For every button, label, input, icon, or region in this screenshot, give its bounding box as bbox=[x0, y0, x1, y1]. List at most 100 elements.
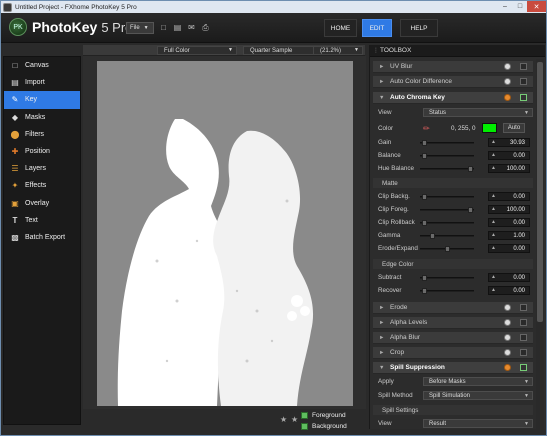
slider-knob[interactable] bbox=[422, 288, 427, 294]
erode-expand-slider[interactable] bbox=[420, 246, 474, 252]
sidebar-item-canvas[interactable]: □ Canvas bbox=[4, 57, 80, 74]
preview-image[interactable] bbox=[97, 61, 353, 406]
reset-icon[interactable] bbox=[504, 94, 511, 101]
slider-knob[interactable] bbox=[422, 140, 427, 146]
stepper-icon[interactable]: ▲ bbox=[491, 274, 496, 280]
stepper-icon[interactable]: ▲ bbox=[491, 232, 496, 238]
slider-knob[interactable] bbox=[430, 233, 435, 239]
slider-knob[interactable] bbox=[468, 207, 473, 213]
sidebar-item-batch-export[interactable]: ▩ Batch Export bbox=[4, 229, 80, 246]
open-icon[interactable]: ▤ bbox=[173, 23, 182, 32]
reset-icon[interactable] bbox=[504, 304, 511, 311]
slider-knob[interactable] bbox=[445, 246, 450, 252]
enable-checkbox[interactable] bbox=[520, 63, 527, 70]
star-icon[interactable]: ★ bbox=[280, 415, 287, 424]
gain-field[interactable]: ▲ 30.93 bbox=[488, 138, 530, 147]
mail-icon[interactable]: ✉ bbox=[187, 23, 196, 32]
maximize-icon[interactable]: □ bbox=[513, 1, 527, 12]
sidebar-item-filters[interactable]: ⬤ Filters bbox=[4, 126, 80, 143]
tab-edit[interactable]: EDIT bbox=[362, 19, 392, 37]
stepper-icon[interactable]: ▲ bbox=[491, 165, 496, 171]
view-select[interactable]: Status ▼ bbox=[423, 108, 533, 117]
section-auto-chroma-key[interactable]: ▼ Auto Chroma Key bbox=[373, 92, 533, 104]
section-auto-color-difference[interactable]: ► Auto Color Difference bbox=[373, 76, 533, 88]
sidebar-item-import[interactable]: ▤ Import bbox=[4, 74, 80, 91]
erode-expand-field[interactable]: ▲ 0.00 bbox=[488, 244, 530, 253]
clip-rollback-field[interactable]: ▲ 0.00 bbox=[488, 218, 530, 227]
reset-icon[interactable] bbox=[504, 334, 511, 341]
enable-checkbox[interactable] bbox=[520, 334, 527, 341]
close-icon[interactable]: ✕ bbox=[527, 1, 546, 12]
spill-view-select[interactable]: Result ▼ bbox=[423, 419, 533, 428]
spill-method-select[interactable]: Spill Simulation ▼ bbox=[423, 391, 533, 400]
enable-checkbox[interactable] bbox=[520, 349, 527, 356]
hue-balance-field[interactable]: ▲ 100.00 bbox=[488, 164, 530, 173]
scrollbar-thumb[interactable] bbox=[537, 62, 543, 322]
stepper-icon[interactable]: ▲ bbox=[491, 206, 496, 212]
apply-select[interactable]: Before Masks ▼ bbox=[423, 377, 533, 386]
tab-home[interactable]: HOME bbox=[324, 19, 357, 37]
section-crop[interactable]: ► Crop bbox=[373, 347, 533, 359]
slider-knob[interactable] bbox=[422, 275, 427, 281]
sidebar-item-effects[interactable]: ✦ Effects bbox=[4, 177, 80, 194]
file-menu[interactable]: File ▼ bbox=[126, 22, 154, 34]
minimize-icon[interactable]: – bbox=[497, 1, 513, 12]
star-icon[interactable]: ★ bbox=[291, 415, 298, 424]
balance-slider[interactable] bbox=[420, 153, 474, 159]
toolbox-scrollbar[interactable] bbox=[536, 59, 544, 429]
gamma-field[interactable]: ▲ 1.00 bbox=[488, 231, 530, 240]
stepper-icon[interactable]: ▲ bbox=[491, 245, 496, 251]
sidebar-item-masks[interactable]: ◆ Masks bbox=[4, 109, 80, 126]
eyedropper-icon[interactable]: ✏ bbox=[423, 124, 430, 133]
stepper-icon[interactable]: ▲ bbox=[491, 287, 496, 293]
background-checkbox[interactable] bbox=[301, 422, 308, 430]
enable-checkbox[interactable] bbox=[520, 78, 527, 85]
slider-knob[interactable] bbox=[422, 194, 427, 200]
clip-backg-slider[interactable] bbox=[420, 194, 474, 200]
clip-rollback-slider[interactable] bbox=[420, 220, 474, 226]
enable-checkbox[interactable] bbox=[520, 319, 527, 326]
zoom-select[interactable]: (21.2%) ▼ bbox=[313, 46, 363, 55]
recover-field[interactable]: ▲ 0.00 bbox=[488, 286, 530, 295]
hue-balance-slider[interactable] bbox=[420, 166, 474, 172]
clip-backg-field[interactable]: ▲ 0.00 bbox=[488, 192, 530, 201]
new-project-icon[interactable]: □ bbox=[159, 23, 168, 32]
section-uv-blur[interactable]: ► UV Blur bbox=[373, 61, 533, 73]
reset-icon[interactable] bbox=[504, 349, 511, 356]
reset-icon[interactable] bbox=[504, 78, 511, 85]
stepper-icon[interactable]: ▲ bbox=[491, 219, 496, 225]
print-icon[interactable]: ⎙ bbox=[201, 23, 210, 32]
tab-help[interactable]: HELP bbox=[400, 19, 438, 37]
sidebar-item-layers[interactable]: ☰ Layers bbox=[4, 160, 80, 177]
slider-knob[interactable] bbox=[468, 166, 473, 172]
section-alpha-levels[interactable]: ► Alpha Levels bbox=[373, 317, 533, 329]
recover-slider[interactable] bbox=[420, 288, 474, 294]
section-erode[interactable]: ► Erode bbox=[373, 302, 533, 314]
auto-button[interactable]: Auto bbox=[503, 123, 525, 133]
reset-icon[interactable] bbox=[504, 319, 511, 326]
stepper-icon[interactable]: ▲ bbox=[491, 152, 496, 158]
subtract-slider[interactable] bbox=[420, 275, 474, 281]
reset-icon[interactable] bbox=[504, 364, 511, 371]
section-alpha-blur[interactable]: ► Alpha Blur bbox=[373, 332, 533, 344]
enable-checkbox[interactable] bbox=[520, 364, 527, 371]
enable-checkbox[interactable] bbox=[520, 94, 527, 101]
sample-select[interactable]: Quarter Sample▼ bbox=[243, 46, 323, 55]
foreground-checkbox[interactable] bbox=[301, 411, 308, 419]
stepper-icon[interactable]: ▲ bbox=[491, 139, 496, 145]
color-mode-select[interactable]: Full Color ▼ bbox=[157, 46, 237, 55]
gain-slider[interactable] bbox=[420, 140, 474, 146]
key-color-swatch[interactable] bbox=[482, 123, 497, 133]
canvas-area[interactable] bbox=[83, 56, 366, 425]
sidebar-item-text[interactable]: T Text bbox=[4, 212, 80, 229]
sidebar-item-overlay[interactable]: ▣ Overlay bbox=[4, 195, 80, 212]
reset-icon[interactable] bbox=[504, 63, 511, 70]
sidebar-item-position[interactable]: ✚ Position bbox=[4, 143, 80, 160]
clip-foreg-slider[interactable] bbox=[420, 207, 474, 213]
slider-knob[interactable] bbox=[422, 153, 427, 159]
sidebar-item-key[interactable]: ✎ Key bbox=[4, 91, 80, 109]
balance-field[interactable]: ▲ 0.00 bbox=[488, 151, 530, 160]
enable-checkbox[interactable] bbox=[520, 304, 527, 311]
section-spill-suppression[interactable]: ▼ Spill Suppression bbox=[373, 362, 533, 374]
gamma-slider[interactable] bbox=[420, 233, 474, 239]
